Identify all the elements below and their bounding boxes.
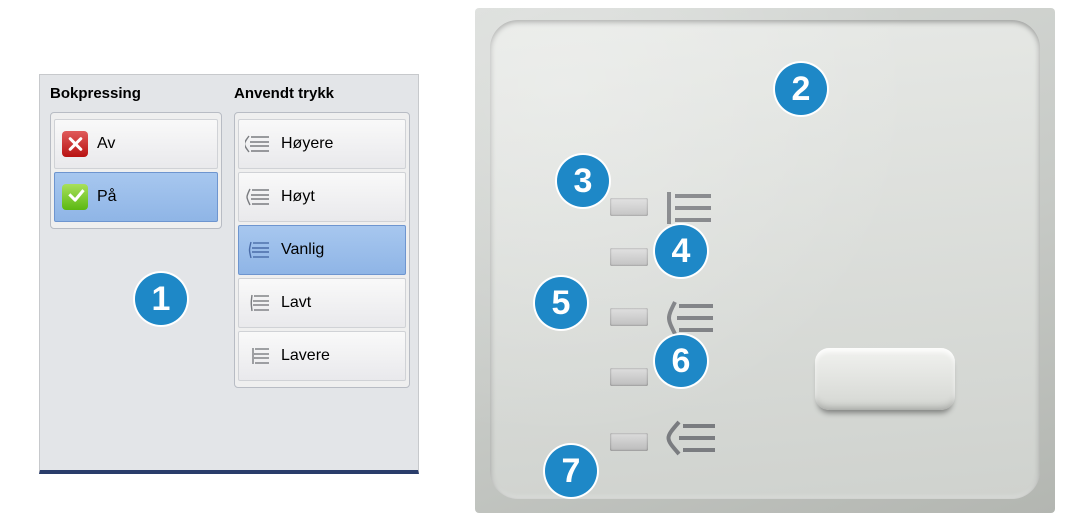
callout-1: 1 (135, 273, 187, 325)
spine-glyph-medium (665, 298, 717, 338)
callout-4: 4 (655, 225, 707, 277)
bokpressing-option-pa-label: På (97, 188, 117, 206)
callout-3: 3 (557, 155, 609, 207)
trykk-option-lavere-label: Lavere (281, 347, 330, 365)
crease-normal-icon (245, 236, 273, 264)
trykk-option-hoyt-label: Høyt (281, 188, 315, 206)
column-anvendt-trykk: Anvendt trykk Høyere Høyt Vanlig (230, 75, 420, 388)
software-panel: Bokpressing Av På Anvendt trykk Høyere (39, 74, 419, 474)
trykk-option-vanlig[interactable]: Vanlig (238, 225, 406, 275)
hardware-button[interactable] (815, 348, 955, 410)
trykk-option-hoyere-label: Høyere (281, 135, 333, 153)
crease-higher-icon (245, 130, 273, 158)
led-2 (610, 248, 648, 266)
bokpressing-title: Bokpressing (50, 85, 222, 102)
crease-low-icon (245, 289, 273, 317)
led-3 (610, 308, 648, 326)
check-icon (61, 183, 89, 211)
callout-7: 7 (545, 445, 597, 497)
hardware-photo (475, 8, 1055, 513)
led-4 (610, 368, 648, 386)
bokpressing-option-av-label: Av (97, 135, 115, 153)
trykk-option-lavt[interactable]: Lavt (238, 278, 406, 328)
anvendt-trykk-title: Anvendt trykk (234, 85, 410, 102)
hardware-bevel (490, 20, 1040, 499)
trykk-option-lavt-label: Lavt (281, 294, 311, 312)
callout-5: 5 (535, 277, 587, 329)
trykk-option-vanlig-label: Vanlig (281, 241, 324, 259)
callout-2: 2 (775, 63, 827, 115)
spine-glyph-loose (665, 418, 717, 458)
bokpressing-options-frame: Av På (50, 112, 222, 229)
trykk-option-lavere[interactable]: Lavere (238, 331, 406, 381)
spine-glyph-tight (665, 188, 717, 228)
crease-lower-icon (245, 342, 273, 370)
x-icon (61, 130, 89, 158)
anvendt-trykk-options-frame: Høyere Høyt Vanlig Lavt (234, 112, 410, 388)
led-1 (610, 198, 648, 216)
callout-6: 6 (655, 335, 707, 387)
trykk-option-hoyere[interactable]: Høyere (238, 119, 406, 169)
trykk-option-hoyt[interactable]: Høyt (238, 172, 406, 222)
bokpressing-option-av[interactable]: Av (54, 119, 218, 169)
bokpressing-option-pa[interactable]: På (54, 172, 218, 222)
crease-high-icon (245, 183, 273, 211)
column-bokpressing: Bokpressing Av På (40, 75, 230, 229)
led-5 (610, 433, 648, 451)
